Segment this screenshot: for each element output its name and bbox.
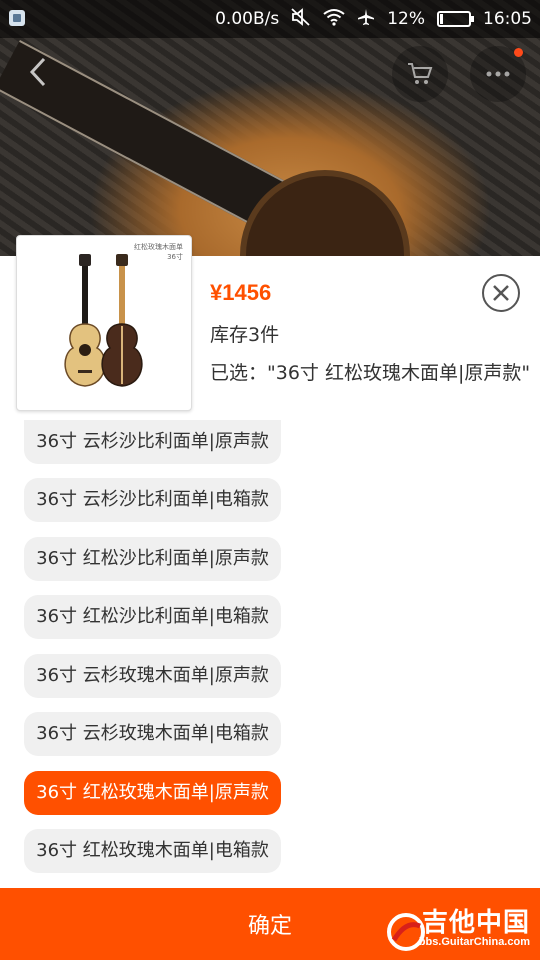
variant-option[interactable]: 36寸 红松沙比利面单|电箱款 [24, 595, 281, 639]
variant-option[interactable]: 36寸 红松沙比利面单|原声款 [24, 537, 281, 581]
watermark-title: 吉他中国 [421, 907, 530, 937]
selected-variant: 已选："36寸 红松玫瑰木面单|原声款" [210, 362, 531, 384]
thumbnail-caption-line2: 36寸 [167, 253, 183, 261]
back-button[interactable] [28, 55, 58, 91]
airplane-icon [357, 8, 375, 30]
more-dots-icon [486, 71, 510, 77]
thumbnail-caption-line1: 红松玫瑰木面单 [134, 243, 183, 251]
battery-icon [437, 11, 474, 27]
guitar-image [64, 254, 143, 387]
notification-badge [514, 48, 523, 57]
variant-option[interactable]: 36寸 红松玫瑰木面单|原声款 [24, 771, 281, 815]
price: ¥1456 [210, 280, 272, 305]
cart-icon [408, 63, 433, 84]
mute-icon [291, 8, 311, 30]
variant-option[interactable]: 36寸 云杉玫瑰木面单|电箱款 [24, 712, 281, 756]
battery-percent: 12% [387, 9, 425, 29]
notification-icon [9, 10, 25, 26]
cart-button[interactable] [392, 46, 448, 102]
watermark: 吉他中国 bbs.GuitarChina.com [419, 908, 530, 949]
variant-option[interactable]: 36寸 红松玫瑰木面单|电箱款 [24, 829, 281, 873]
variant-option[interactable]: 36寸 云杉玫瑰木面单|原声款 [24, 654, 281, 698]
clock: 16:05 [483, 9, 532, 29]
variant-option[interactable]: 36寸 云杉沙比利面单|电箱款 [24, 478, 281, 522]
product-hero-image [0, 0, 540, 340]
stock-count: 库存3件 [210, 324, 280, 346]
close-button[interactable] [482, 274, 520, 312]
product-thumbnail: 红松玫瑰木面单 36寸 [16, 235, 192, 411]
status-bar: 0.00B/s 12% 16:05 [0, 0, 540, 38]
close-icon [493, 285, 509, 301]
thumbnail-caption: 红松玫瑰木面单 36寸 [134, 242, 183, 262]
chevron-left-icon [29, 57, 46, 87]
watermark-url: bbs.GuitarChina.com [418, 936, 530, 948]
variant-option[interactable]: 36寸 云杉沙比利面单|原声款 [24, 420, 281, 464]
network-speed: 0.00B/s [215, 9, 280, 29]
confirm-label: 确定 [247, 914, 292, 939]
wifi-icon [323, 8, 345, 30]
